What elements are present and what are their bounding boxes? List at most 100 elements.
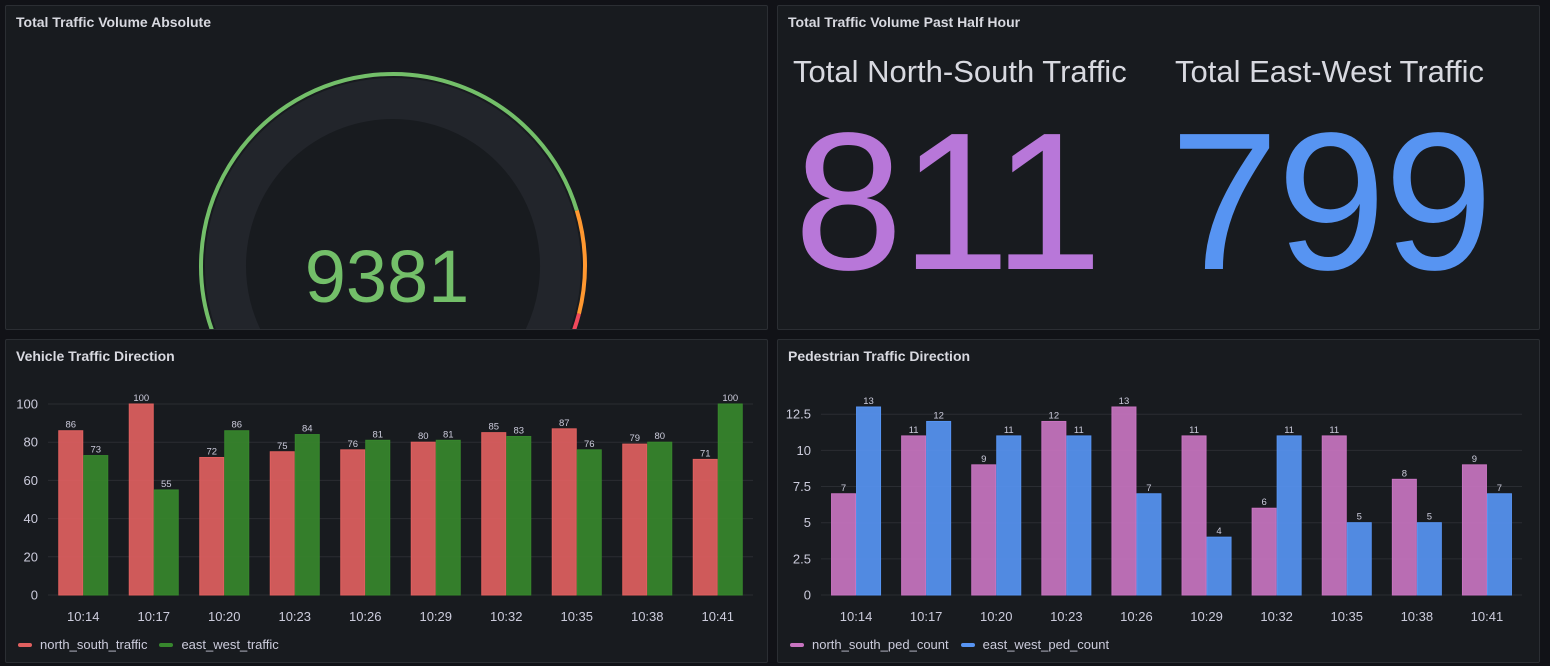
bar[interactable] [901,435,927,596]
bar[interactable] [692,458,718,596]
x-tick-label: 10:17 [910,609,943,624]
bar-value-label: 87 [559,418,570,429]
bar-value-label: 11 [1189,425,1199,436]
legend-item-east-west[interactable]: east_west_ped_count [960,637,1109,652]
pedestrian-traffic-panel: Pedestrian Traffic Direction 0 2.5 5 7.5 10 1… [777,339,1540,663]
bar[interactable] [435,439,461,596]
x-tick-label: 10:23 [1050,609,1083,624]
x-tick-label: 10:20 [980,609,1013,624]
bar[interactable] [153,489,179,596]
bar[interactable] [996,435,1022,596]
bar[interactable] [340,449,366,596]
legend-item-north-south[interactable]: north_south_ped_count [790,637,949,652]
bar[interactable] [551,428,577,596]
bar-value-label: 11 [1284,425,1294,436]
bar[interactable] [576,449,602,596]
y-tick-label: 20 [24,549,38,564]
bar[interactable] [926,420,952,596]
bar-value-label: 72 [206,446,217,457]
x-tick-label: 10:23 [278,609,311,624]
bar-value-label: 55 [161,479,172,490]
bar[interactable] [1391,478,1417,596]
bar[interactable] [1111,406,1137,596]
bar[interactable] [1206,536,1232,596]
bar-value-label: 73 [90,445,101,456]
x-tick-label: 10:32 [490,609,523,624]
east-west-value: 799 [1170,92,1493,311]
bar-value-label: 9 [1472,454,1477,465]
bar-value-label: 12 [1049,410,1060,421]
bar-value-label: 13 [1119,396,1130,407]
x-tick-label: 10:20 [208,609,241,624]
panel-title[interactable]: Total Traffic Volume Past Half Hour [788,14,1020,30]
y-tick-label: 5 [804,515,811,530]
pedestrian-bar-chart: 0 2.5 5 7.5 10 12.5 7 13 10:14 11 12 10:17 9 11 10:20 1… [786,396,1522,624]
bar[interactable] [294,434,320,596]
bar[interactable] [199,456,225,596]
x-tick-label: 10:32 [1260,609,1293,624]
bar-value-label: 76 [584,439,595,450]
bar[interactable] [971,464,997,596]
bar-value-label: 13 [863,396,874,407]
legend-swatch [960,642,975,647]
bar[interactable] [83,455,109,596]
bar-value-label: 81 [443,429,454,440]
bar[interactable] [481,432,507,596]
bar[interactable] [1461,464,1487,596]
bar-value-label: 11 [909,425,919,436]
y-tick-label: 10 [797,443,811,458]
east-west-label: Total East-West Traffic [1175,54,1484,89]
bar[interactable] [647,441,673,596]
y-tick-label: 0 [31,588,38,603]
y-tick-label: 7.5 [793,479,811,494]
legend-item-east-west[interactable]: east_west_traffic [159,637,279,652]
bar[interactable] [410,441,436,596]
y-tick-label: 100 [16,397,38,412]
legend-item-north-south[interactable]: north_south_traffic [18,637,147,652]
bar[interactable] [128,403,154,596]
pedestrian-legend: north_south_ped_count east_west_ped_coun… [790,637,1109,652]
bar[interactable] [622,443,648,596]
bar[interactable] [1416,522,1442,596]
bar[interactable] [224,430,250,596]
bar[interactable] [717,403,743,596]
bar[interactable] [1066,435,1092,596]
bar-value-label: 11 [1329,425,1339,436]
bar-value-label: 75 [277,441,288,452]
legend-swatch [18,642,32,647]
y-tick-label: 60 [24,473,38,488]
x-tick-label: 10:41 [701,609,734,624]
x-tick-label: 10:35 [1330,609,1363,624]
bar-value-label: 11 [1004,425,1014,436]
bar-value-label: 86 [231,420,242,431]
x-tick-label: 10:14 [67,609,100,624]
bar[interactable] [365,439,391,596]
bar-value-label: 85 [488,422,499,433]
bar[interactable] [1486,493,1512,596]
vehicle-traffic-panel: Vehicle Traffic Direction 0 20 40 60 80 100 86… [5,339,768,663]
bar-value-label: 11 [1074,425,1084,436]
bar-value-label: 71 [700,448,711,459]
bar[interactable] [1136,493,1162,596]
bar[interactable] [1181,435,1207,596]
bar[interactable] [58,430,84,596]
bar-value-label: 81 [372,429,383,440]
x-tick-label: 10:26 [349,609,382,624]
x-tick-label: 10:29 [419,609,452,624]
bar[interactable] [506,435,532,596]
bar[interactable] [1251,507,1277,596]
bar[interactable] [831,493,857,596]
bar-value-label: 100 [722,393,738,404]
legend-swatch [790,642,804,647]
bar[interactable] [1346,522,1372,596]
legend-swatch [159,642,174,647]
bar-value-label: 84 [302,424,313,435]
bar[interactable] [1041,420,1067,596]
bar[interactable] [269,451,295,596]
legend-label: north_south_traffic [40,637,148,652]
bar[interactable] [1321,435,1347,596]
vehicle-legend: north_south_traffic east_west_traffic [18,637,279,652]
bar[interactable] [1276,435,1302,596]
bar-value-label: 6 [1262,497,1267,508]
bar[interactable] [856,406,882,596]
